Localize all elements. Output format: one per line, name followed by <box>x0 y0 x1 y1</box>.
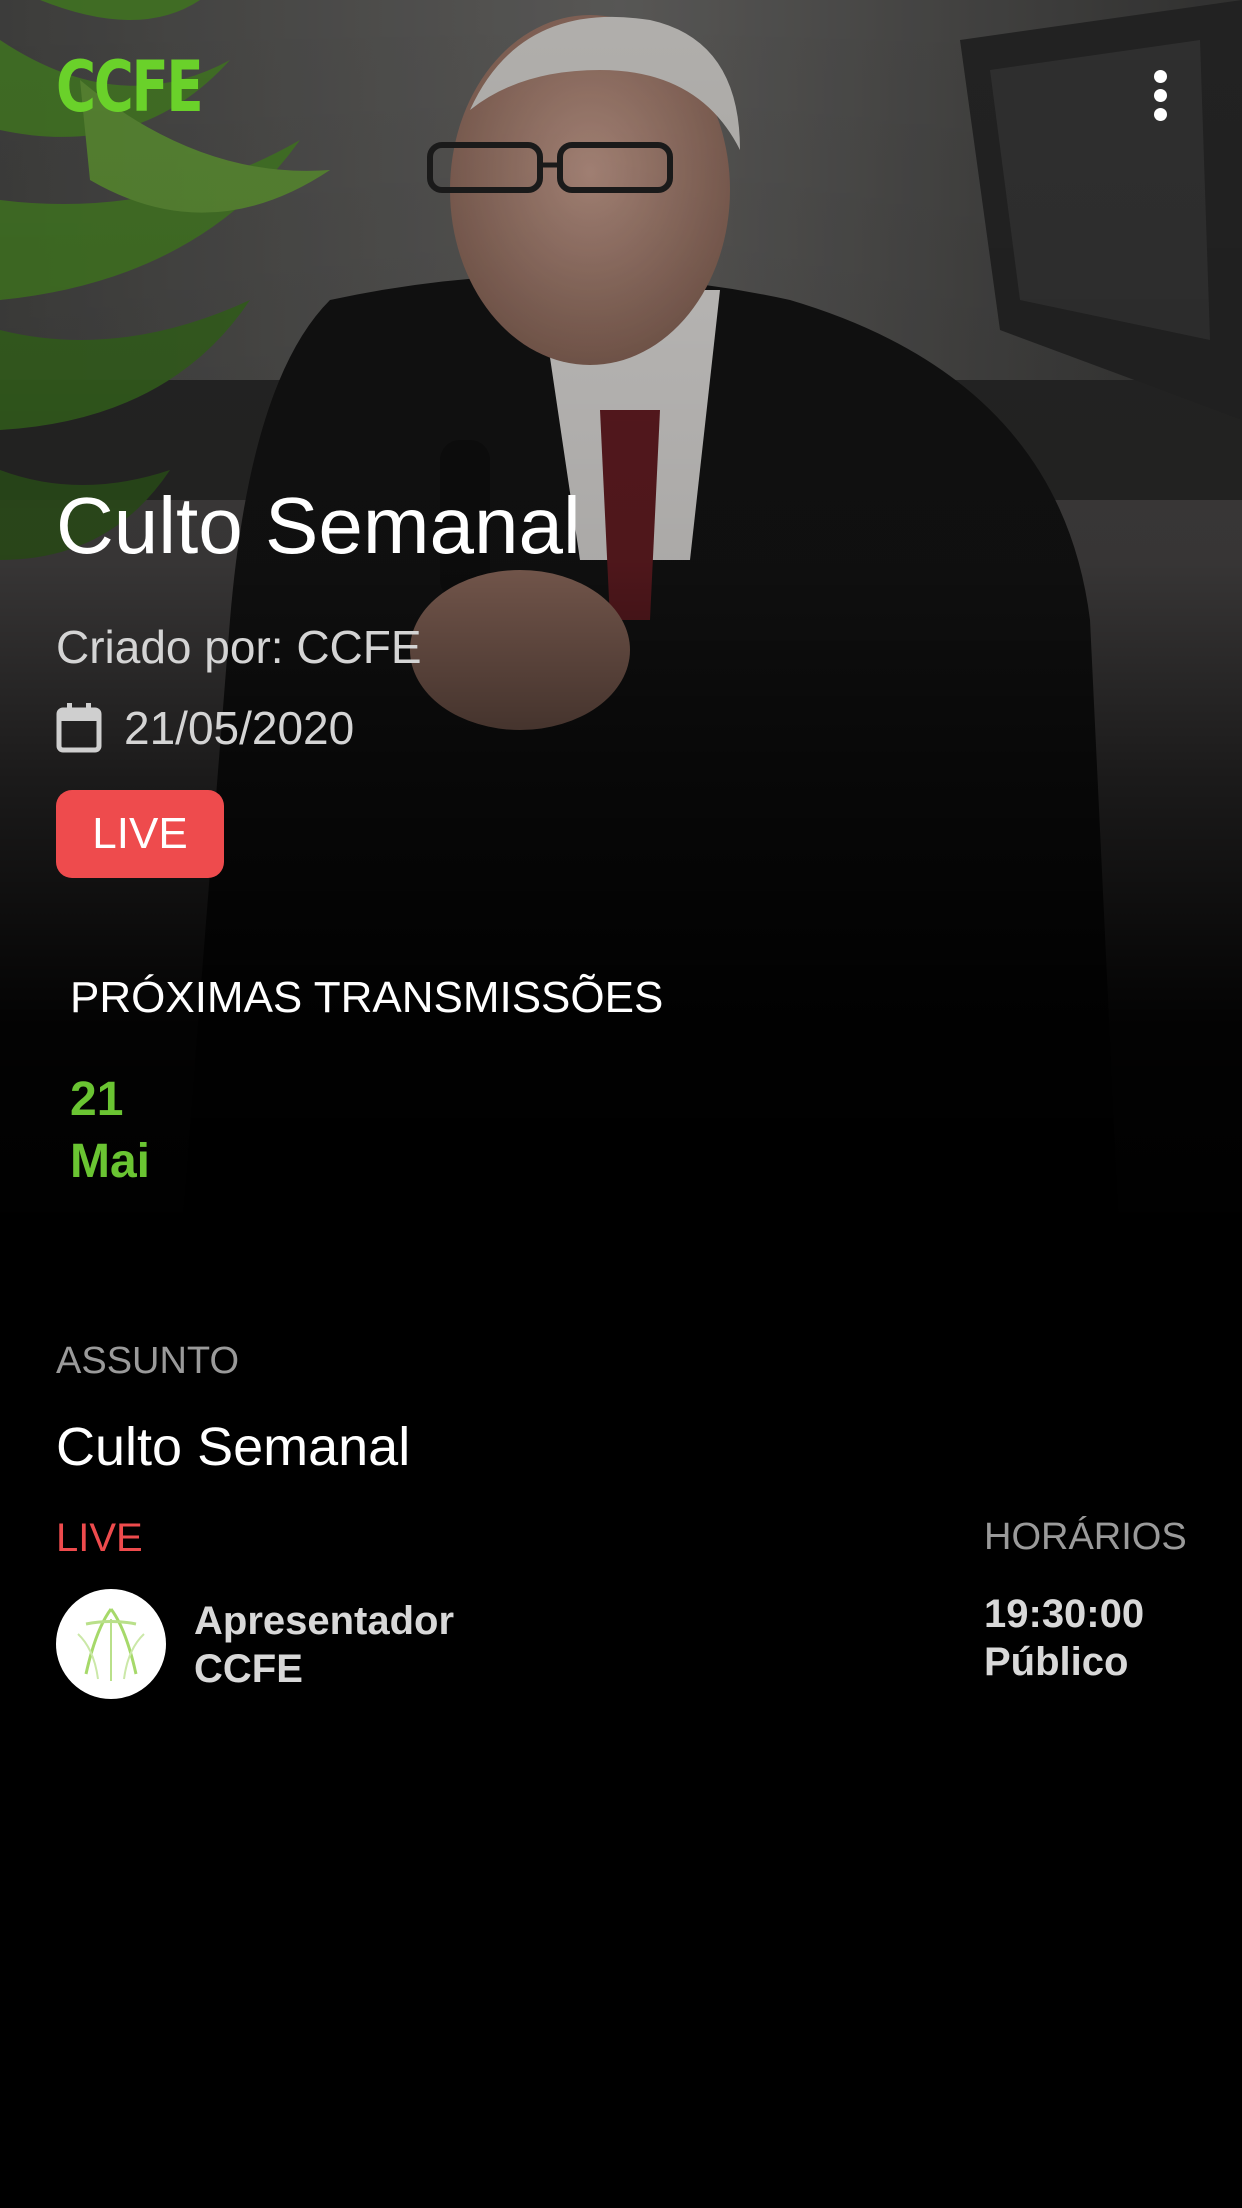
event-date-row: 21/05/2020 <box>56 700 354 756</box>
calendar-icon <box>56 703 102 753</box>
upcoming-day[interactable]: 21 <box>70 1076 123 1124</box>
presenter-name: CCFE <box>194 1647 303 1691</box>
upcoming-section-title: PRÓXIMAS TRANSMISSÕES <box>70 973 664 1022</box>
more-options-button[interactable] <box>1140 60 1180 130</box>
ccfe-logo-icon <box>77 1608 145 1681</box>
presenter-avatar <box>56 1589 166 1699</box>
hours-audience: Público <box>984 1640 1129 1684</box>
hours-time: 19:30:00 <box>984 1592 1145 1636</box>
subject-value: Culto Semanal <box>56 1417 411 1477</box>
hours-label: HORÁRIOS <box>984 1516 1187 1558</box>
presenter-role: Apresentador <box>194 1599 455 1643</box>
live-badge[interactable]: LIVE <box>56 790 224 878</box>
upcoming-month[interactable]: Mai <box>70 1138 150 1186</box>
subject-label: ASSUNTO <box>56 1340 240 1382</box>
hero-banner: CCFE Culto Semanal Criado por: CCFE 21/0… <box>0 0 1242 1250</box>
app-logo[interactable]: CCFE <box>56 52 204 122</box>
event-creator: Criado por: CCFE <box>56 621 422 673</box>
event-title: Culto Semanal <box>56 481 581 570</box>
more-vertical-icon <box>1153 69 1167 83</box>
live-label: LIVE <box>56 1516 143 1560</box>
event-date: 21/05/2020 <box>124 702 355 754</box>
